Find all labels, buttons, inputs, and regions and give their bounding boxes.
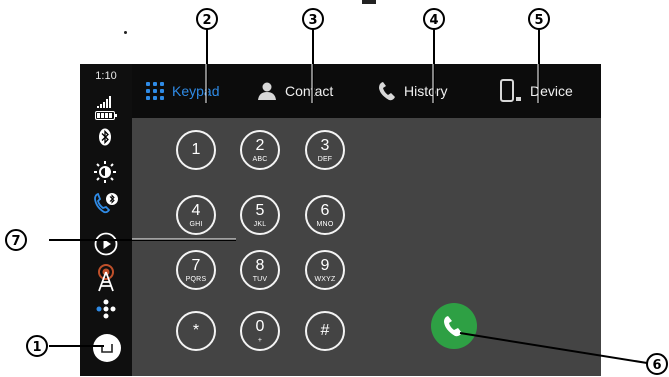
bluetooth-icon <box>99 128 111 146</box>
callout-1: 1 <box>26 335 48 357</box>
decorative-dot <box>124 31 127 34</box>
smartphone-icon <box>500 79 521 102</box>
apps-menu-icon[interactable] <box>94 299 118 325</box>
callout-7: 7 <box>5 229 27 251</box>
key-hash[interactable]: # <box>305 311 345 351</box>
key-digit: 2 <box>255 137 265 154</box>
tab-contact[interactable]: Contact <box>257 64 333 118</box>
key-digit: 7 <box>191 257 201 274</box>
battery-icon <box>95 111 117 120</box>
call-button[interactable] <box>431 303 477 349</box>
key-7[interactable]: 7 PQRS <box>176 250 216 290</box>
key-letters: DEF <box>317 156 333 163</box>
signal-strength-icon <box>97 96 111 108</box>
callout-4: 4 <box>423 8 445 30</box>
callout-6: 6 <box>646 353 668 375</box>
key-letters: ABC <box>252 156 268 163</box>
key-6[interactable]: 6 MNO <box>305 195 345 235</box>
tab-history[interactable]: History <box>378 64 448 118</box>
status-time: 1:10 <box>95 70 117 82</box>
key-digit: 8 <box>255 257 265 274</box>
key-1[interactable]: 1 <box>176 130 216 170</box>
decorative-mark <box>362 0 376 4</box>
key-3[interactable]: 3 DEF <box>305 130 345 170</box>
key-digit: 4 <box>191 202 201 219</box>
key-8[interactable]: 8 TUV <box>240 250 280 290</box>
callout-5: 5 <box>528 8 550 30</box>
home-icon <box>101 344 113 353</box>
key-letters: + <box>257 337 263 344</box>
phone-tab-bar: Keypad Contact History Device <box>132 64 601 118</box>
key-digit: 9 <box>320 257 330 274</box>
keypad-grid-icon <box>146 82 164 100</box>
key-digit: 5 <box>255 202 265 219</box>
key-digit: 1 <box>191 141 201 158</box>
radio-tower-icon[interactable] <box>94 264 118 292</box>
key-letters: WXYZ <box>314 276 336 283</box>
media-play-icon[interactable] <box>94 232 118 256</box>
dialer-panel: 1 2 ABC 3 DEF 4 GHI 5 JKL 6 MNO 7 PQRS 8… <box>132 118 601 376</box>
tab-contact-label: Contact <box>285 83 334 99</box>
callout-3: 3 <box>302 8 324 30</box>
key-digit: 3 <box>320 137 330 154</box>
key-5[interactable]: 5 JKL <box>240 195 280 235</box>
status-sidebar: 1:10 <box>80 64 132 376</box>
brightness-icon[interactable] <box>94 161 116 183</box>
home-button[interactable] <box>93 334 121 362</box>
key-digit: * <box>192 322 200 339</box>
key-letters: TUV <box>252 276 268 283</box>
key-9[interactable]: 9 WXYZ <box>305 250 345 290</box>
phone-call-icon <box>444 316 462 337</box>
tab-keypad-label: Keypad <box>172 83 220 99</box>
tab-keypad[interactable]: Keypad <box>146 64 219 118</box>
tab-device[interactable]: Device <box>500 64 573 118</box>
key-star[interactable]: * <box>176 311 216 351</box>
tab-device-label: Device <box>530 83 573 99</box>
key-letters: PQRS <box>185 276 207 283</box>
key-letters: JKL <box>253 221 267 228</box>
key-letters: MNO <box>316 221 334 228</box>
person-icon <box>258 82 276 100</box>
key-0[interactable]: 0 + <box>240 311 280 351</box>
key-4[interactable]: 4 GHI <box>176 195 216 235</box>
key-letters: GHI <box>189 221 203 228</box>
phone-handset-icon <box>379 82 395 101</box>
key-digit: # <box>320 322 330 339</box>
key-digit: 0 <box>255 318 265 335</box>
callout-2: 2 <box>196 8 218 30</box>
tab-history-label: History <box>404 83 448 99</box>
phone-bluetooth-icon[interactable] <box>93 191 119 215</box>
key-digit: 6 <box>320 202 330 219</box>
key-2[interactable]: 2 ABC <box>240 130 280 170</box>
